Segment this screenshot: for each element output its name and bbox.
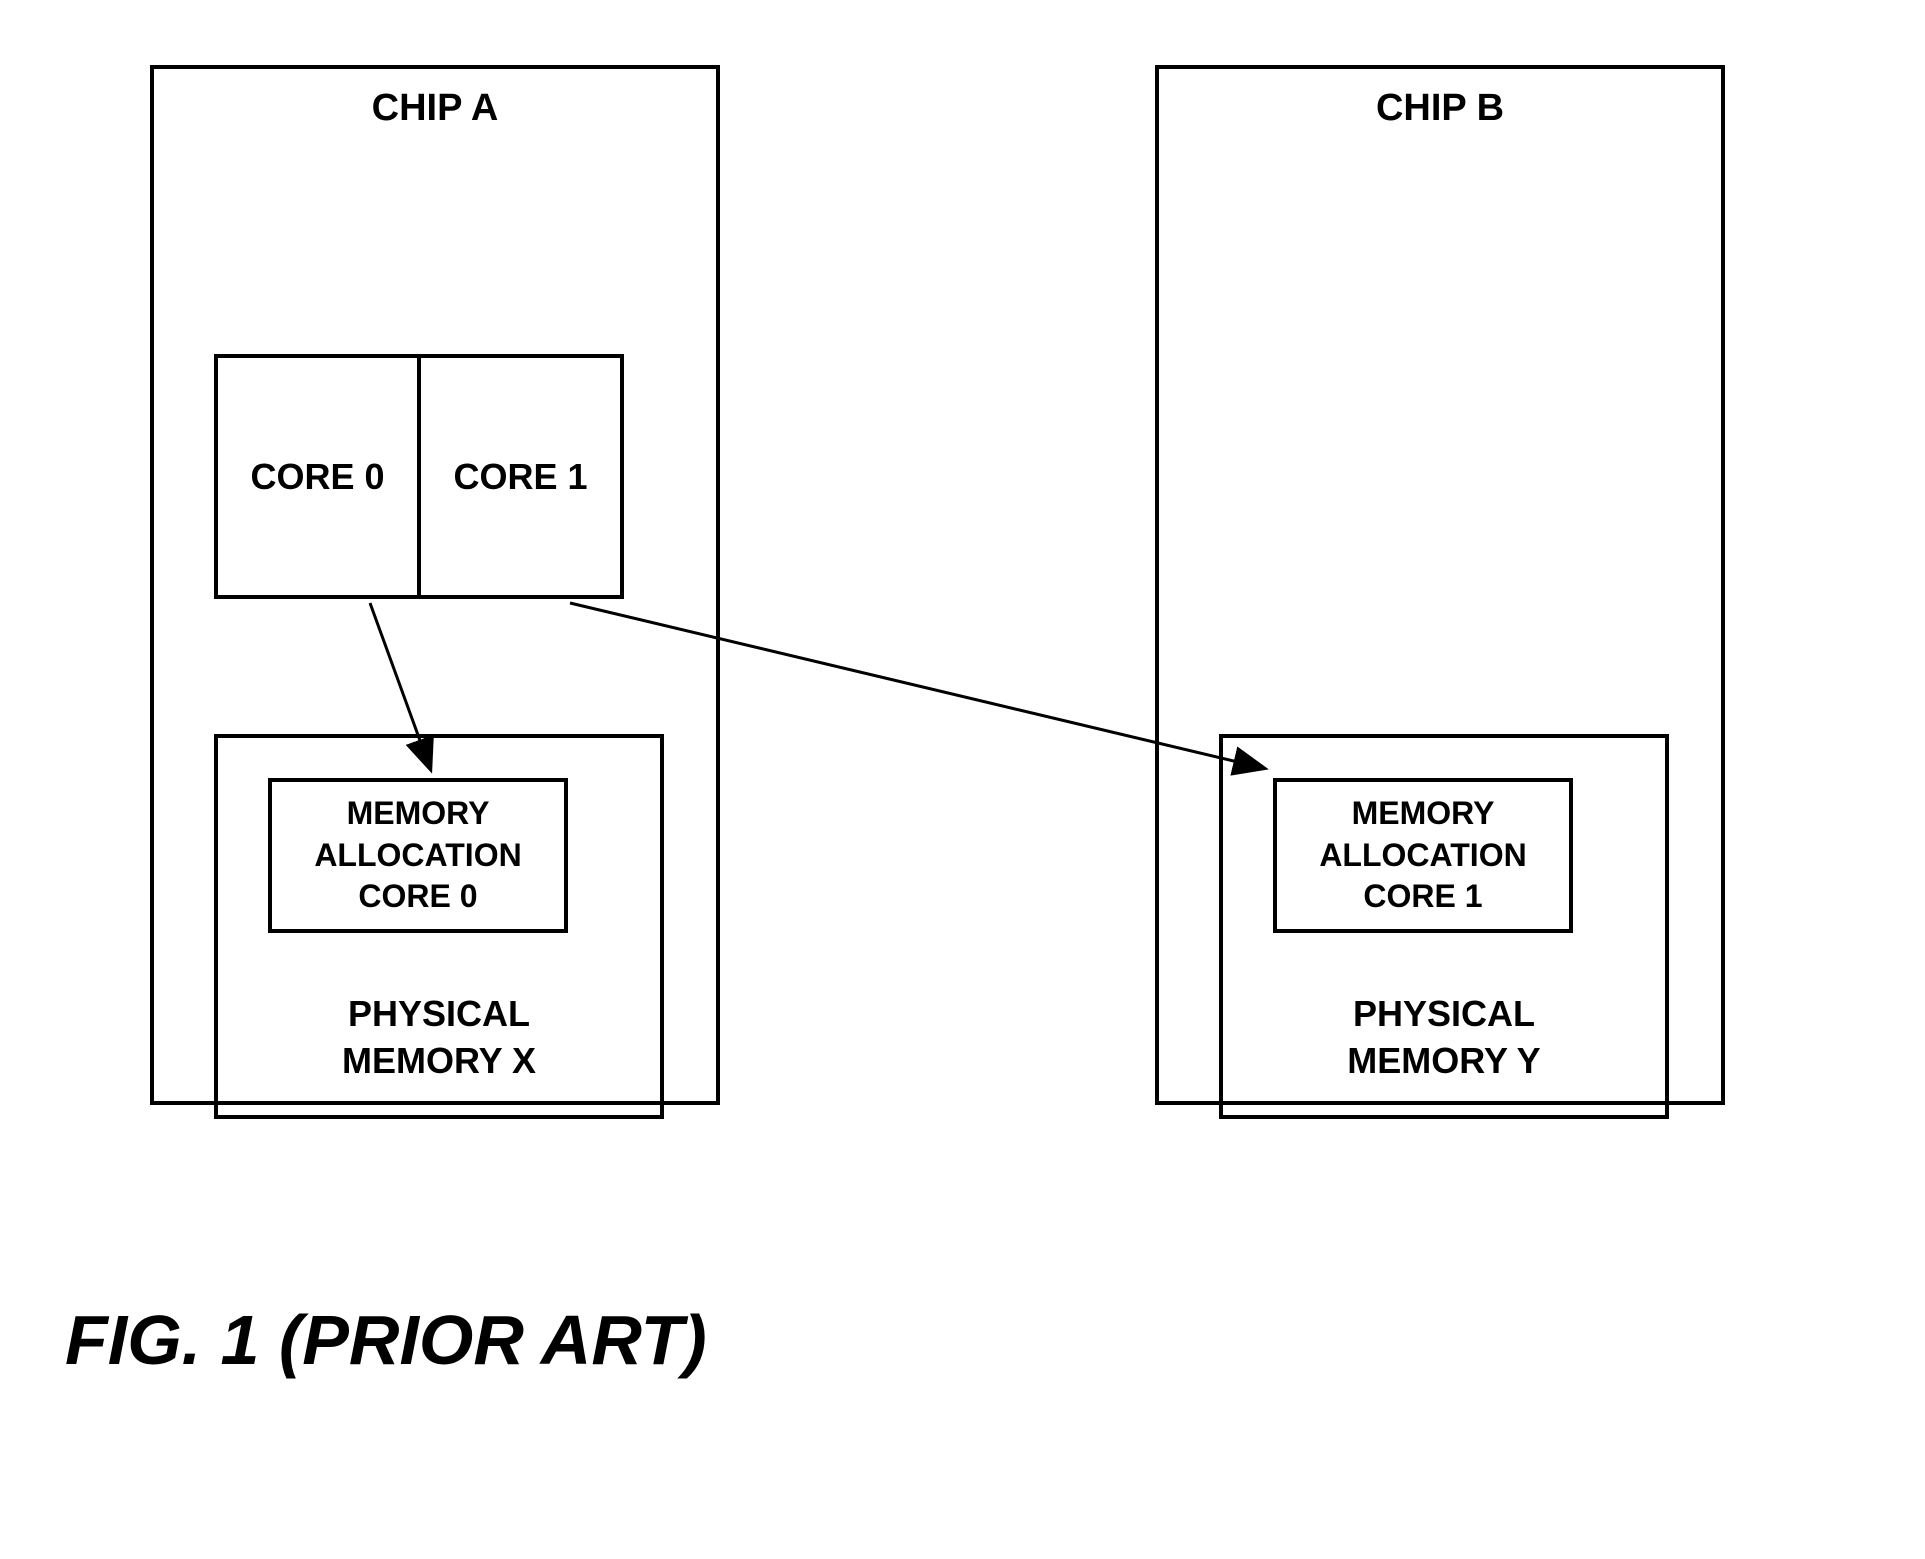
figure-caption: FIG. 1 (PRIOR ART) [65,1300,707,1380]
physical-memory-x-label: PHYSICAL MEMORY X [218,991,660,1085]
physical-memory-x-box: MEMORY ALLOCATION CORE 0 PHYSICAL MEMORY… [214,734,664,1119]
memory-allocation-core-1-box: MEMORY ALLOCATION CORE 1 [1273,778,1573,933]
cores-group: CORE 0 CORE 1 [214,354,624,599]
core-0-box: CORE 0 [218,358,421,595]
chip-b-box: CHIP B MEMORY ALLOCATION CORE 1 PHYSICAL… [1155,65,1725,1105]
chip-b-title: CHIP B [1159,87,1721,130]
physical-memory-y-label: PHYSICAL MEMORY Y [1223,991,1665,1085]
physical-label-line-1: PHYSICAL [218,991,660,1038]
allocation-line-1: MEMORY [347,793,490,835]
chip-a-box: CHIP A CORE 0 CORE 1 MEMORY ALLOCATION C… [150,65,720,1105]
physical-memory-y-box: MEMORY ALLOCATION CORE 1 PHYSICAL MEMORY… [1219,734,1669,1119]
chip-a-title: CHIP A [154,87,716,130]
core-1-box: CORE 1 [421,358,620,595]
physical-b-label-line-1: PHYSICAL [1223,991,1665,1038]
memory-allocation-core-0-box: MEMORY ALLOCATION CORE 0 [268,778,568,933]
diagram-container: CHIP A CORE 0 CORE 1 MEMORY ALLOCATION C… [0,0,1925,1559]
allocation-line-3: CORE 0 [358,876,477,918]
allocation-b-line-2: ALLOCATION [1319,835,1526,877]
allocation-b-line-3: CORE 1 [1363,876,1482,918]
physical-label-line-2: MEMORY X [218,1038,660,1085]
allocation-b-line-1: MEMORY [1352,793,1495,835]
allocation-line-2: ALLOCATION [314,835,521,877]
physical-b-label-line-2: MEMORY Y [1223,1038,1665,1085]
